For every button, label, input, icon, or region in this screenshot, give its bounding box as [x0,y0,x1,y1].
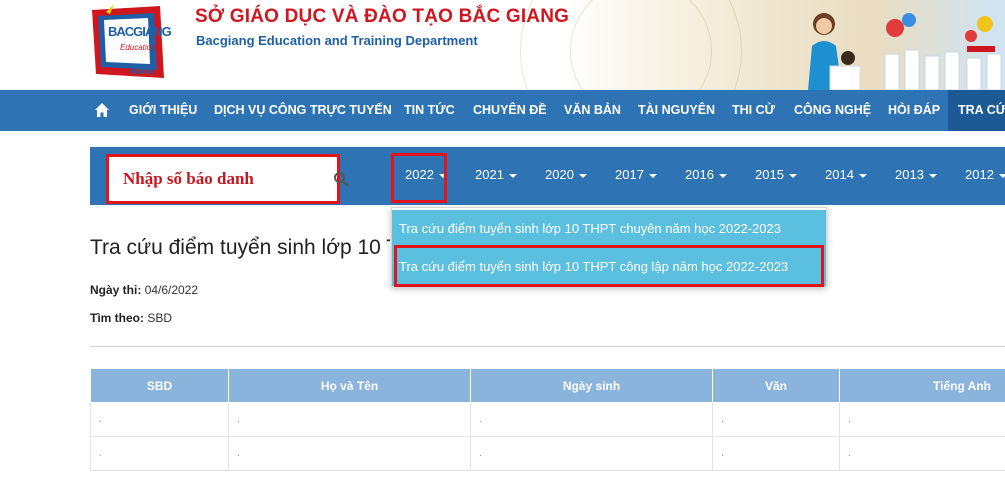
students-image [884,13,1002,90]
exam-date: Ngày thi: 04/6/2022 [90,283,199,297]
year-dropdown-2020[interactable]: 2020 [545,147,587,205]
column-header-ho-ten: Họ và Tên [228,368,471,403]
teacher-figure-image [808,13,860,90]
nav-item-dich-vu-cong[interactable]: DỊCH VỤ CÔNG TRỰC TUYẾN [214,90,392,131]
year-dropdown-2021[interactable]: 2021 [475,147,517,205]
nav-item-hoi-dap[interactable]: HỎI ĐÁP [888,90,940,131]
nav-item-thi-cu[interactable]: THI CỬ [732,90,775,131]
nav-item-gioi-thieu[interactable]: GIỚI THIỆU [129,90,197,131]
column-header-sbd: SBD [90,368,229,403]
caret-down-icon [998,173,1005,178]
site-subtitle: Bacgiang Education and Training Departme… [196,33,478,48]
svg-text:BACGIANG: BACGIANG [108,24,172,39]
menu-item-cong-lap-2022[interactable]: Tra cứu điểm tuyển sinh lớp 10 THPT công… [392,248,826,286]
caret-down-icon [928,173,937,178]
column-header-van: Văn [712,368,840,403]
table-cell: . [90,436,229,471]
caret-down-icon [718,173,727,178]
year-dropdown-2022[interactable]: 2022 [405,147,447,205]
year-dropdown-2017[interactable]: 2017 [615,147,657,205]
site-header: BACGIANG Education wWW SỞ GIÁO DỤC VÀ ĐÀ… [0,0,1005,90]
search-box [106,154,349,204]
caret-down-icon [508,173,517,178]
table-cell: . [470,436,713,471]
table-row: . . . . . [90,436,1005,471]
candidate-number-input[interactable] [123,165,303,193]
year-dropdown-2015[interactable]: 2015 [755,147,797,205]
caret-down-icon [858,173,867,178]
table-row: . . . . . [90,402,1005,437]
year-dropdown-2013[interactable]: 2013 [895,147,937,205]
table-cell: . [228,402,471,437]
table-cell: . [712,436,840,471]
nav-item-cong-nghe[interactable]: CÔNG NGHỆ [794,90,871,131]
divider [90,346,1005,347]
table-cell: . [470,402,713,437]
caret-down-icon [788,173,797,178]
nav-item-tai-nguyen[interactable]: TÀI NGUYÊN [638,90,715,131]
nav-item-tin-tuc[interactable]: TIN TỨC [404,90,455,131]
table-cell: . [839,402,1005,437]
year-dropdown-2012[interactable]: 2012 [965,147,1005,205]
site-title: SỞ GIÁO DỤC VÀ ĐÀO TẠO BẮC GIANG [195,6,570,27]
nav-item-van-ban[interactable]: VĂN BẢN [564,90,621,131]
table-cell: . [228,436,471,471]
nav-item-tra-cuu[interactable]: TRA CỨU [948,90,1005,131]
search-icon[interactable] [333,171,349,187]
year-dropdown-2016[interactable]: 2016 [685,147,727,205]
page-title: Tra cứu điểm tuyển sinh lớp 10 THPT [90,236,390,259]
column-header-tieng-anh: Tiếng Anh [839,368,1005,403]
year-2022-dropdown-menu: Tra cứu điểm tuyển sinh lớp 10 THPT chuy… [391,207,827,287]
caret-down-icon [648,173,657,178]
search-by: Tìm theo: SBD [90,311,173,325]
menu-item-chuyen-2022[interactable]: Tra cứu điểm tuyển sinh lớp 10 THPT chuy… [392,210,826,248]
caret-down-icon [438,173,447,178]
caret-down-icon [578,173,587,178]
svg-text:wWW: wWW [129,66,154,76]
column-header-ngay-sinh: Ngày sinh [470,368,713,403]
table-cell: . [839,436,1005,471]
table-header-row: SBD Họ và Tên Ngày sinh Văn Tiếng Anh [90,368,1005,403]
year-dropdown-2014[interactable]: 2014 [825,147,867,205]
table-cell: . [90,402,229,437]
results-table: SBD Họ và Tên Ngày sinh Văn Tiếng Anh . … [90,368,1005,471]
main-nav: GIỚI THIỆU DỊCH VỤ CÔNG TRỰC TUYẾN TIN T… [0,90,1005,131]
nav-item-chuyen-de[interactable]: CHUYÊN ĐỀ [473,90,547,131]
svg-text:Education: Education [120,43,156,52]
home-icon[interactable] [94,102,110,118]
site-logo[interactable]: BACGIANG Education wWW [90,4,172,82]
table-cell: . [712,402,840,437]
